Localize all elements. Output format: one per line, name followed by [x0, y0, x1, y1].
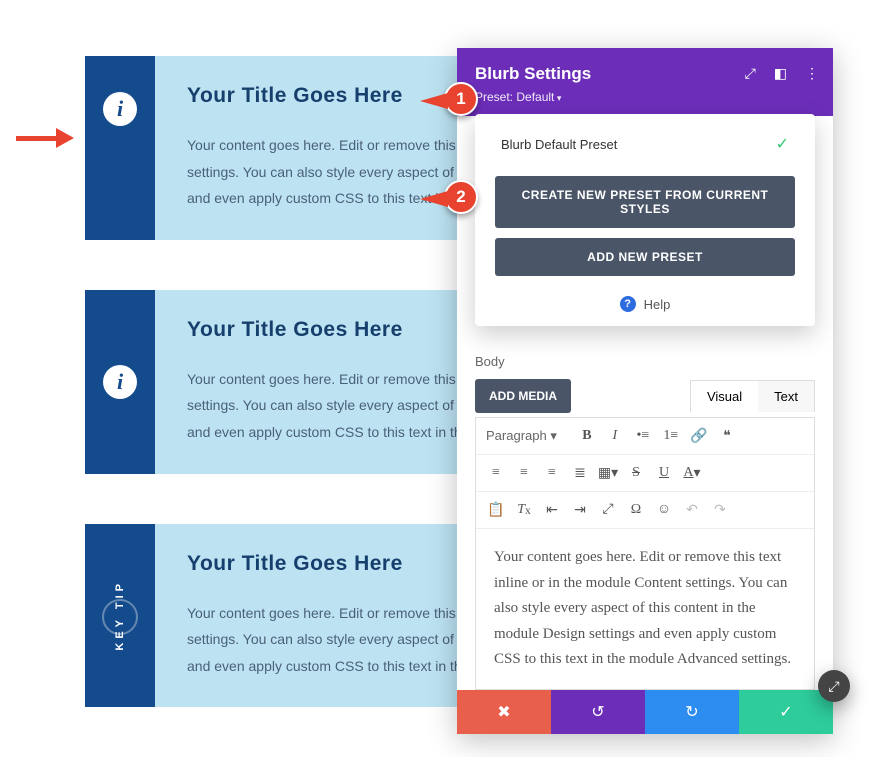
indent-icon[interactable]: ⇥: [568, 498, 592, 522]
align-left-icon[interactable]: ≡: [484, 461, 508, 485]
text-color-icon[interactable]: A▾: [680, 461, 704, 485]
more-icon[interactable]: ⋮: [805, 66, 819, 80]
preset-row[interactable]: Blurb Default Preset ✓: [495, 134, 795, 154]
undo-icon[interactable]: ↶: [680, 498, 704, 522]
omega-icon[interactable]: Ω: [624, 498, 648, 522]
editor-content-area[interactable]: Your content goes here. Edit or remove t…: [476, 529, 814, 689]
editor-tabs: Visual Text: [690, 380, 815, 412]
card-stripe: i: [85, 56, 155, 240]
save-button[interactable]: ✓: [739, 690, 833, 734]
table-icon[interactable]: ▦▾: [596, 461, 620, 485]
add-preset-button[interactable]: ADD NEW PRESET: [495, 238, 795, 276]
emoji-icon[interactable]: ☺: [652, 498, 676, 522]
link-icon[interactable]: 🔗: [687, 424, 711, 448]
annotation-callout-1: 1: [444, 82, 478, 116]
help-icon: ?: [620, 296, 636, 312]
expand-panel-fab[interactable]: ⤢: [818, 670, 850, 702]
align-center-icon[interactable]: ≡: [512, 461, 536, 485]
editor-toolbar-row1: Paragraph ▾ B I •≡ 1≡ 🔗 ❝: [476, 418, 814, 455]
quote-icon[interactable]: ❝: [715, 424, 739, 448]
body-label: Body: [475, 354, 815, 369]
help-label: Help: [644, 297, 671, 312]
redo-icon[interactable]: ↷: [708, 498, 732, 522]
tab-visual[interactable]: Visual: [691, 381, 758, 412]
bullet-list-icon[interactable]: •≡: [631, 424, 655, 448]
annotation-callout-2: 2: [444, 180, 478, 214]
columns-icon[interactable]: ◧: [774, 66, 787, 80]
clear-format-icon[interactable]: Tx: [512, 498, 536, 522]
panel-footer: ✖ ↺ ↻ ✓: [457, 690, 833, 734]
bold-icon[interactable]: B: [575, 424, 599, 448]
cancel-button[interactable]: ✖: [457, 690, 551, 734]
info-icon: i: [103, 365, 137, 399]
panel-header[interactable]: Blurb Settings Preset: Default ⤢ ◧ ⋮: [457, 48, 833, 116]
preset-dropdown-toggle[interactable]: Preset: Default: [475, 90, 815, 104]
editor-toolbar-row2: ≡ ≡ ≡ ≣ ▦▾ S U A▾: [476, 455, 814, 492]
settings-panel: Blurb Settings Preset: Default ⤢ ◧ ⋮ Blu…: [457, 48, 833, 734]
key-tip-label: KEY TIP: [114, 580, 126, 651]
preset-name: Blurb Default Preset: [501, 137, 617, 152]
annotation-arrow: [16, 128, 76, 148]
editor-toolbar-row3: 📋 Tx ⇤ ⇥ ⤢ Ω ☺ ↶ ↷: [476, 492, 814, 529]
expand-icon[interactable]: ⤢: [745, 66, 756, 80]
rich-text-editor: Paragraph ▾ B I •≡ 1≡ 🔗 ❝ ≡ ≡ ≡ ≣ ▦▾ S U…: [475, 417, 815, 690]
tab-text[interactable]: Text: [758, 381, 814, 412]
redo-button[interactable]: ↻: [645, 690, 739, 734]
card-stripe: KEY TIP: [85, 524, 155, 708]
fullscreen-icon[interactable]: ⤢: [596, 498, 620, 522]
number-list-icon[interactable]: 1≡: [659, 424, 683, 448]
add-media-button[interactable]: ADD MEDIA: [475, 379, 571, 413]
align-justify-icon[interactable]: ≣: [568, 461, 592, 485]
check-icon: ✓: [776, 134, 789, 154]
help-link[interactable]: ? Help: [495, 296, 795, 312]
preset-dropdown: Blurb Default Preset ✓ CREATE NEW PRESET…: [475, 114, 815, 326]
strike-icon[interactable]: S: [624, 461, 648, 485]
panel-header-icons: ⤢ ◧ ⋮: [745, 66, 819, 80]
body-section: Body ADD MEDIA Visual Text Paragraph ▾ B…: [457, 338, 833, 690]
undo-button[interactable]: ↺: [551, 690, 645, 734]
info-icon: i: [103, 92, 137, 126]
italic-icon[interactable]: I: [603, 424, 627, 448]
underline-icon[interactable]: U: [652, 461, 676, 485]
paste-icon[interactable]: 📋: [484, 498, 508, 522]
card-stripe: i: [85, 290, 155, 474]
format-select[interactable]: Paragraph ▾: [484, 426, 565, 446]
align-right-icon[interactable]: ≡: [540, 461, 564, 485]
outdent-icon[interactable]: ⇤: [540, 498, 564, 522]
create-preset-button[interactable]: CREATE NEW PRESET FROM CURRENT STYLES: [495, 176, 795, 228]
